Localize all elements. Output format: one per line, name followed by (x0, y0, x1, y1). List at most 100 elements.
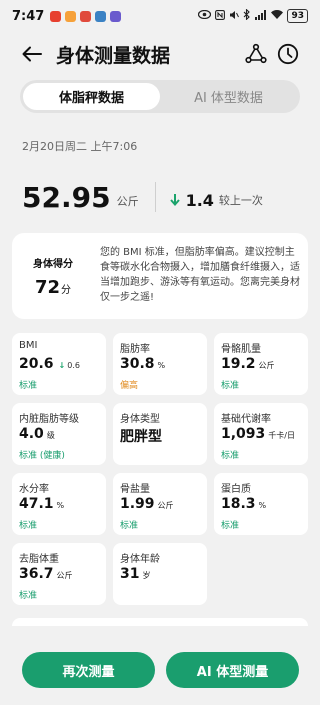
score-value: 72 (34, 277, 61, 298)
remeasure-button[interactable]: 再次测量 (22, 652, 155, 688)
metric-unit: 岁 (142, 571, 151, 580)
history-clock-icon (277, 43, 299, 65)
metric-label: 脂肪率 (120, 344, 150, 355)
nfc-icon (215, 9, 226, 23)
metric-value-line: 18.3 % (221, 496, 266, 512)
metric-card-bmr[interactable]: 基础代谢率 1,093 千卡/日 标准 (214, 403, 308, 465)
history-button[interactable] (274, 40, 302, 68)
app-header: 身体测量数据 (0, 36, 320, 72)
metric-delta: ↓ 0.6 (59, 361, 80, 370)
arrow-down-icon: ↓ (58, 361, 66, 370)
metric-value: 18.3 (221, 496, 256, 512)
notification-app-icon (65, 10, 77, 22)
weight-divider (154, 182, 156, 212)
score-unit: 分 (61, 285, 72, 296)
notification-app-icon (50, 10, 62, 22)
ai-body-measure-button[interactable]: AI 体型测量 (166, 652, 299, 688)
tab-scale-data[interactable]: 体脂秤数据 (23, 83, 160, 110)
metric-value-line: 19.2 公斤 (221, 356, 275, 372)
status-time: 7:47 (12, 8, 45, 24)
notification-app-icon (95, 10, 107, 22)
metric-card-body-fat[interactable]: 脂肪率 30.8 % 偏高 (113, 333, 207, 395)
share-icon (245, 43, 267, 64)
metric-delta-value: 0.6 (67, 361, 80, 370)
score-value-line: 72分 (20, 277, 86, 298)
body-score-card[interactable]: 身体得分 72分 您的 BMI 标准，但脂肪率偏高。建议控制主食等碳水化合物摄入… (12, 233, 308, 319)
back-button[interactable] (10, 36, 54, 72)
metric-value-line: 36.7 公斤 (19, 566, 73, 582)
metric-value-line: 47.1 % (19, 496, 64, 512)
metric-value-line: 4.0 级 (19, 426, 55, 442)
metric-card-lean-mass[interactable]: 去脂体重 36.7 公斤 标准 (12, 543, 106, 605)
wifi-icon (271, 10, 284, 22)
metric-label: 骨骼肌量 (221, 344, 261, 355)
share-button[interactable] (242, 40, 270, 68)
metric-status: 标准 (19, 521, 38, 531)
metric-card-body-type[interactable]: 身体类型 肥胖型 (113, 403, 207, 465)
metric-value-line: 1.99 公斤 (120, 496, 174, 512)
metric-card-visceral-fat[interactable]: 内脏脂肪等级 4.0 级 标准 (健康) (12, 403, 106, 465)
metric-unit: % (258, 501, 267, 510)
weight-summary: 52.95 公斤 1.4 较上一次 (22, 174, 302, 214)
metric-label: 基础代谢率 (221, 414, 271, 425)
metric-unit: 千卡/日 (268, 431, 295, 440)
metric-value-line: 30.8 % (120, 356, 165, 372)
metric-card-skeletal-muscle[interactable]: 骨骼肌量 19.2 公斤 标准 (214, 333, 308, 395)
metric-unit: 公斤 (56, 571, 73, 580)
metric-unit: 级 (46, 431, 55, 440)
notification-app-icon (110, 10, 122, 22)
metric-status: 标准 (健康) (19, 451, 65, 461)
metric-card-bmi[interactable]: BMI 20.6 ↓ 0.6 标准 (12, 333, 106, 395)
metric-status: 标准 (221, 451, 240, 461)
metric-value: 20.6 (19, 356, 54, 372)
metric-unit: 公斤 (157, 501, 174, 510)
score-summary: 您的 BMI 标准，但脂肪率偏高。建议控制主食等碳水化合物摄入，增加膳食纤维摄入… (100, 247, 300, 303)
bluetooth-icon (243, 8, 251, 23)
mute-icon (229, 10, 240, 23)
metric-value: 31 (120, 566, 140, 582)
metric-value: 47.1 (19, 496, 54, 512)
metric-value: 1,093 (221, 426, 266, 442)
battery-icon: 93 (287, 9, 308, 23)
metric-status: 标准 (19, 591, 38, 601)
metric-value: 30.8 (120, 356, 155, 372)
metric-card-protein[interactable]: 蛋白质 18.3 % 标准 (214, 473, 308, 535)
metric-label: 身体年龄 (120, 554, 160, 565)
metric-status: 标准 (221, 381, 240, 391)
metric-value-line: 31 岁 (120, 566, 150, 582)
metric-status: 标准 (19, 381, 38, 391)
metric-label: 去脂体重 (19, 554, 59, 565)
metric-value-line: 20.6 ↓ 0.6 (19, 356, 80, 372)
arrow-down-icon (169, 194, 180, 210)
data-source-tabs: 体脂秤数据 AI 体型数据 (20, 80, 300, 113)
metric-card-body-age[interactable]: 身体年龄 31 岁 (113, 543, 207, 605)
page-title: 身体测量数据 (56, 44, 171, 67)
eye-icon (198, 9, 212, 22)
metric-card-bone-mineral[interactable]: 骨盐量 1.99 公斤 标准 (113, 473, 207, 535)
metric-value: 4.0 (19, 426, 44, 442)
status-icons: 93 (198, 8, 308, 23)
metric-unit: % (56, 501, 65, 510)
metric-value-line: 1,093 千卡/日 (221, 426, 295, 442)
measurement-date: 2月20日周二 上午7:06 (22, 140, 138, 153)
metric-unit: % (157, 361, 166, 370)
metric-label: 内脏脂肪等级 (19, 414, 79, 425)
weight-delta-value: 1.4 (185, 191, 214, 210)
score-title: 身体得分 (33, 259, 73, 270)
tab-ai-body-data[interactable]: AI 体型数据 (160, 83, 297, 110)
weight-unit: 公斤 (116, 195, 139, 208)
metric-card-water[interactable]: 水分率 47.1 % 标准 (12, 473, 106, 535)
metric-status: 标准 (221, 521, 240, 531)
metric-label: 水分率 (19, 484, 49, 495)
metric-label: 身体类型 (120, 414, 160, 425)
weight-delta-label: 较上一次 (218, 194, 263, 207)
metric-label: 蛋白质 (221, 484, 251, 495)
notification-app-icon (80, 10, 92, 22)
cellular-signal-icon (255, 9, 267, 23)
metric-value: 19.2 (221, 356, 256, 372)
status-bar: 7:47 93 (0, 0, 320, 32)
metric-status: 偏高 (120, 381, 139, 391)
arrow-left-icon (22, 46, 42, 62)
metric-label: BMI (19, 340, 38, 351)
metric-value: 36.7 (19, 566, 54, 582)
